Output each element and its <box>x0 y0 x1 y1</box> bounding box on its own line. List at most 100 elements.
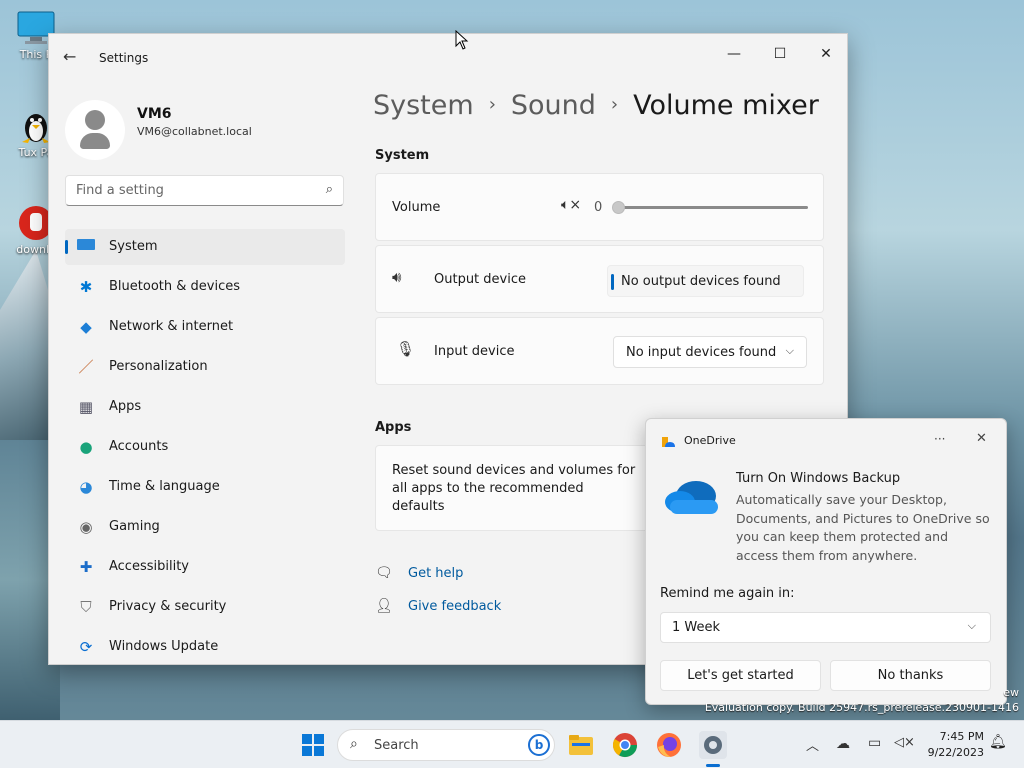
onedrive-cloud-icon <box>662 474 720 518</box>
give-feedback-link[interactable]: Give feedback <box>408 599 501 614</box>
volume-slider-thumb[interactable] <box>612 201 625 214</box>
clock-date: 9/22/2023 <box>927 746 984 759</box>
remind-label: Remind me again in: <box>660 586 795 601</box>
chevron-right-icon: › <box>488 94 496 115</box>
system-icon <box>76 238 96 256</box>
user-profile[interactable]: VM6 VM6@collabnet.local <box>65 100 365 160</box>
maximize-icon[interactable]: ☐ <box>757 40 803 68</box>
feedback-icon: 👤︎ <box>375 598 393 614</box>
active-app-indicator <box>706 764 720 767</box>
profile-name: VM6 <box>137 106 172 122</box>
chevron-right-icon: › <box>610 94 619 115</box>
backup-heading: Turn On Windows Backup <box>736 471 901 486</box>
clock[interactable]: 7:45 PM 9/22/2023 <box>924 729 984 761</box>
speaker-mute-icon[interactable]: 🔈︎× <box>561 197 581 213</box>
sidebar-item-personalization[interactable]: ／ Personalization <box>65 349 345 385</box>
sidebar-item-time-language[interactable]: ◕ Time & language <box>65 469 345 505</box>
sidebar-item-label: Personalization <box>109 359 208 374</box>
find-setting-input[interactable]: Find a setting ⌕ <box>65 175 344 206</box>
search-placeholder: Find a setting <box>76 183 164 198</box>
clock-time: 7:45 PM <box>939 730 984 743</box>
firefox-icon[interactable] <box>655 731 683 759</box>
volume-card: Volume 🔈︎× 0 <box>375 173 824 241</box>
input-device-card: 🎙︎ Input device No input devices found ⌵ <box>375 317 824 385</box>
sidebar-item-label: Accounts <box>109 439 169 454</box>
chevron-down-icon: ⌵ <box>967 619 976 632</box>
sidebar-item-privacy-security[interactable]: ⛉ Privacy & security <box>65 589 345 625</box>
mouse-cursor <box>455 29 469 54</box>
sidebar-item-label: Bluetooth & devices <box>109 279 240 294</box>
onedrive-notification: OneDrive ··· ✕ Turn On Windows Backup Au… <box>645 418 1007 705</box>
lets-get-started-button[interactable]: Let's get started <box>660 660 821 691</box>
section-heading-apps: Apps <box>375 420 412 435</box>
accessibility-icon: ✚ <box>79 558 93 576</box>
chrome-icon[interactable] <box>611 731 639 759</box>
bluetooth-icon: ✱ <box>79 278 93 296</box>
breadcrumb-system[interactable]: System <box>373 90 474 121</box>
input-device-dropdown[interactable]: No input devices found ⌵ <box>613 336 807 368</box>
remind-dropdown[interactable]: 1 Week ⌵ <box>660 612 991 643</box>
wifi-icon: ◆ <box>80 318 92 336</box>
start-icon[interactable] <box>299 731 327 759</box>
brush-icon: ／ <box>78 358 94 376</box>
microphone-icon: 🎙︎ <box>396 340 416 358</box>
output-device-label: Output device <box>434 272 526 287</box>
sidebar-item-windows-update[interactable]: ⟳ Windows Update <box>65 629 345 664</box>
bing-icon[interactable]: b <box>528 734 550 756</box>
volume-muted-icon[interactable]: ◁× <box>894 735 915 750</box>
output-device-dropdown[interactable]: No output devices found <box>607 265 804 297</box>
input-device-value: No input devices found <box>626 345 777 360</box>
network-icon[interactable]: ▭ <box>868 735 881 751</box>
page-title: Volume mixer <box>633 90 819 121</box>
get-help-link[interactable]: Get help <box>408 566 463 581</box>
sidebar-item-label: Apps <box>109 399 142 414</box>
sidebar-item-gaming[interactable]: ◉ Gaming <box>65 509 345 545</box>
minimize-icon[interactable]: — <box>711 40 757 68</box>
selection-indicator <box>611 274 614 290</box>
sidebar-item-apps[interactable]: ▦ Apps <box>65 389 345 425</box>
taskbar: ⌕ Search b ︿ ☁ ▭ ◁× 7:45 PM 9/22/2023 🔔︎ <box>0 720 1024 768</box>
sidebar-item-network[interactable]: ◆ Network & internet <box>65 309 345 345</box>
sidebar-nav: System ✱ Bluetooth & devices ◆ Network &… <box>65 229 345 664</box>
volume-slider[interactable] <box>616 206 808 209</box>
sidebar-item-label: Accessibility <box>109 559 189 574</box>
file-explorer-icon[interactable] <box>567 731 595 759</box>
sidebar-item-label: Privacy & security <box>109 599 227 614</box>
more-options-icon[interactable]: ··· <box>934 432 945 446</box>
output-device-value: No output devices found <box>621 274 781 289</box>
chevron-up-icon[interactable]: ︿ <box>806 735 819 754</box>
onedrive-title: OneDrive <box>684 434 736 447</box>
sidebar-item-label: Time & language <box>109 479 220 494</box>
sidebar-item-system[interactable]: System <box>65 229 345 265</box>
breadcrumb-sound[interactable]: Sound <box>511 90 596 121</box>
shield-icon: ⛉ <box>80 598 92 616</box>
backup-body: Automatically save your Desktop, Documen… <box>736 492 990 563</box>
taskbar-search-label: Search <box>374 738 419 753</box>
search-icon: ⌕ <box>350 736 358 752</box>
apps-icon: ▦ <box>78 398 94 416</box>
taskbar-search[interactable]: ⌕ Search b <box>337 729 555 761</box>
app-title: Settings <box>99 51 149 65</box>
sidebar-item-label: System <box>109 239 158 254</box>
update-icon: ⟳ <box>79 638 93 656</box>
output-device-card: 🔊︎ Output device No output devices found <box>375 245 824 313</box>
close-icon[interactable]: ✕ <box>976 431 987 446</box>
back-arrow-icon[interactable]: ← <box>63 47 76 66</box>
sidebar-item-accessibility[interactable]: ✚ Accessibility <box>65 549 345 585</box>
volume-value: 0 <box>594 200 603 215</box>
remind-value: 1 Week <box>672 620 721 635</box>
search-icon: ⌕ <box>325 182 333 197</box>
onedrive-tray-icon[interactable]: ☁ <box>836 736 850 752</box>
close-icon[interactable]: ✕ <box>803 40 847 68</box>
sidebar-item-label: Network & internet <box>109 319 234 334</box>
settings-icon[interactable] <box>699 731 727 759</box>
watermark-line1: ew <box>1003 686 1019 699</box>
sidebar-item-label: Gaming <box>109 519 160 534</box>
account-icon: ● <box>79 438 93 456</box>
breadcrumb: System › Sound › Volume mixer <box>373 90 819 121</box>
no-thanks-button[interactable]: No thanks <box>830 660 991 691</box>
reset-description: Reset sound devices and volumes for all … <box>392 463 636 514</box>
sidebar-item-bluetooth[interactable]: ✱ Bluetooth & devices <box>65 269 345 305</box>
sidebar-item-accounts[interactable]: ● Accounts <box>65 429 345 465</box>
notification-bell-icon[interactable]: 🔔︎ <box>989 734 1007 750</box>
